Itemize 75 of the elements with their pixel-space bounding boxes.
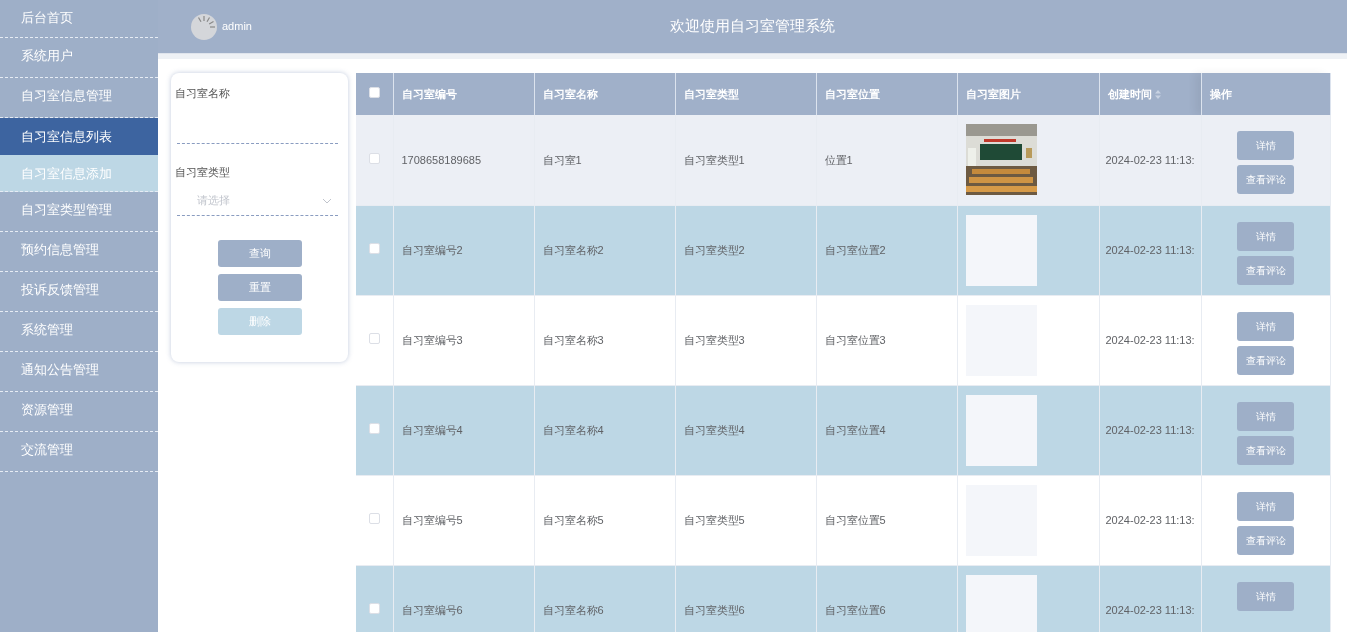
table-cell: 自习室位置4 [824,423,886,436]
details-button[interactable]: 详情 [1237,581,1294,611]
row-checkbox[interactable] [368,332,380,344]
table-cell: 2024-02-23 11:13: [1105,603,1195,616]
table-cell: 自习室类型2 [683,243,745,256]
field-label: 自习室类型 [175,164,231,180]
table-cell: 自习室1 [542,153,582,166]
table-cell: 自习室位置6 [824,603,886,616]
table-cell: 自习室编号4 [401,423,463,436]
row-checkbox[interactable] [368,152,380,164]
comments-button[interactable]: 查看评论 [1237,165,1294,194]
table-row[interactable]: 自习室编号2 自习室名称2 自习室类型2 自习室位置2 2024-02-23 11:13: 详情 查看评论 [356,205,1330,295]
column-header: 自习室位置 [824,87,880,100]
sidebar-subitem[interactable]: 自习室信息添加 [0,155,158,192]
table-row[interactable]: 自习室编号3 自习室名称3 自习室类型3 自习室位置3 2024-02-23 11:13: 详情 查看评论 [356,295,1330,385]
table-cell: 自习室名称4 [542,423,604,436]
column-header: 自习室编号 [401,87,457,100]
table-cell: 自习室名称3 [542,333,604,346]
table-row[interactable]: 自习室编号6 自习室名称6 自习室类型6 自习室位置6 2024-02-23 11:13: 详情 [356,565,1330,632]
column-header[interactable]: 创建时间 [1107,87,1152,100]
table-cell: 位置1 [824,153,853,166]
image-placeholder [965,574,1037,632]
column-header: 自习室名称 [542,87,598,100]
table-cell: 自习室类型5 [683,513,745,526]
table-cell: 自习室类型1 [683,153,745,166]
column-header: 操作 [1209,87,1232,100]
table-row[interactable]: 1708658189685 自习室1 自习室类型1 位置1 2024-02-23 11:13: 详情 查看评论 [356,115,1330,205]
table-cell: 1708658189685 [401,153,482,166]
table-cell: 2024-02-23 11:13: [1105,513,1195,526]
details-button[interactable]: 详情 [1237,401,1294,431]
chevron-down-icon[interactable] [322,197,332,204]
row-checkbox[interactable] [368,512,380,524]
table-cell: 自习室编号2 [401,243,463,256]
row-checkbox[interactable] [368,602,380,614]
table-row[interactable]: 自习室编号5 自习室名称5 自习室类型5 自习室位置5 2024-02-23 11:13: 详情 查看评论 [356,475,1330,565]
user-name: admin [222,19,252,35]
table-cell: 2024-02-23 11:13: [1105,423,1195,436]
comments-button[interactable]: 查看评论 [1237,435,1294,465]
table-cell: 自习室位置3 [824,333,886,346]
table-cell: 2024-02-23 11:13: [1105,333,1195,346]
details-button[interactable]: 详情 [1237,311,1294,341]
row-checkbox[interactable] [368,242,380,254]
details-button[interactable]: 详情 [1237,491,1294,521]
page-title: 欢迎使用自习室管理系统 [670,16,836,37]
loading-avatar-icon [191,13,217,40]
filter-button[interactable]: 查询 [217,240,302,267]
table-cell: 自习室类型3 [683,333,745,346]
table-cell: 自习室类型6 [683,603,745,616]
column-header: 自习室类型 [683,87,739,100]
column-header: 自习室图片 [965,87,1021,100]
sort-icon[interactable] [1154,90,1161,100]
table-row[interactable]: 自习室编号4 自习室名称4 自习室类型4 自习室位置4 2024-02-23 11:13: 详情 查看评论 [356,385,1330,475]
table-cell: 自习室名称5 [542,513,604,526]
image-placeholder [965,214,1037,286]
details-button[interactable]: 详情 [1237,221,1294,251]
table-cell: 自习室编号6 [401,603,463,616]
table-cell: 2024-02-23 11:13: [1105,153,1195,166]
image-placeholder [965,394,1037,466]
table-cell: 自习室编号3 [401,333,463,346]
filter-button[interactable]: 重置 [217,274,302,301]
table-cell: 2024-02-23 11:13: [1105,243,1195,256]
select-all-checkbox[interactable] [368,86,380,98]
details-button[interactable]: 详情 [1237,131,1294,160]
sidebar-subitem[interactable]: 自习室信息列表 [0,118,158,155]
table-cell: 自习室位置5 [824,513,886,526]
comments-button[interactable]: 查看评论 [1237,255,1294,285]
comments-button[interactable]: 查看评论 [1237,345,1294,375]
row-checkbox[interactable] [368,422,380,434]
table-cell: 自习室类型4 [683,423,745,436]
comments-button[interactable]: 查看评论 [1237,525,1294,555]
table-cell: 自习室名称6 [542,603,604,616]
field-label: 自习室名称 [175,86,231,101]
table-cell: 自习室编号5 [401,513,463,526]
table-cell: 自习室位置2 [824,243,886,256]
table-cell: 自习室名称2 [542,243,604,256]
